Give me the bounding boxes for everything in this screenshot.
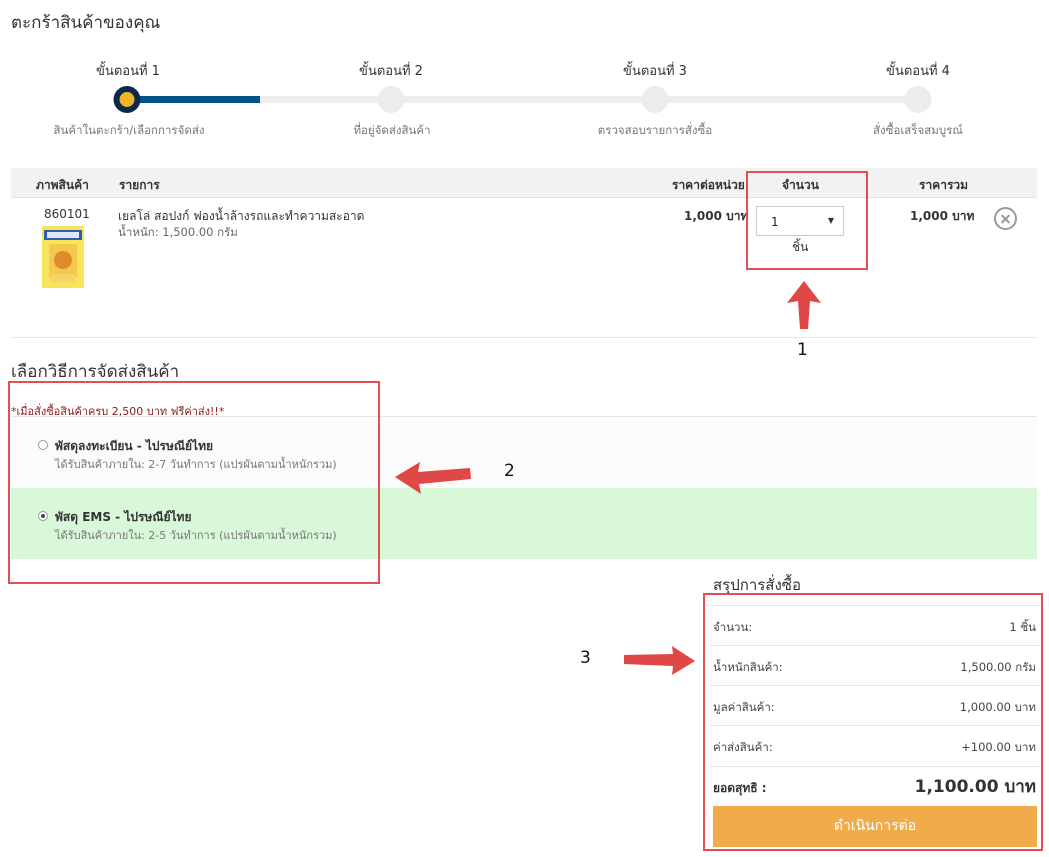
header-unit-price: ราคาต่อหน่วย [672, 178, 745, 192]
highlight-box-shipping [8, 381, 380, 584]
step-2-sub: ที่อยู่จัดส่งสินค้า [353, 123, 431, 137]
highlight-box-quantity [746, 171, 868, 270]
step-4-sub: สั่งซื้อเสร็จสมบูรณ์ [873, 123, 963, 137]
product-weight: น้ำหนัก: 1,500.00 กรัม [118, 225, 238, 239]
unit-price: 1,000 บาท [684, 209, 749, 223]
line-total: 1,000 บาท [910, 209, 975, 223]
annotation-number-1: 1 [797, 340, 808, 360]
step-1-dot [113, 86, 141, 113]
header-total: ราคารวม [919, 178, 969, 192]
step-4-label: ขั้นตอนที่ 4 [886, 64, 950, 79]
cart-table-header: ภาพสินค้า รายการ ราคาต่อหน่วย จำนวน ราคา… [11, 168, 1037, 198]
step-2-label: ขั้นตอนที่ 2 [359, 64, 423, 79]
step-3-label: ขั้นตอนที่ 3 [623, 64, 687, 79]
header-image: ภาพสินค้า [36, 178, 89, 192]
highlight-box-summary [703, 593, 1043, 851]
step-3-sub: ตรวจสอบรายการสั่งซื้อ [597, 123, 713, 137]
annotation-number-2: 2 [504, 461, 515, 481]
step-1-label: ขั้นตอนที่ 1 [96, 64, 160, 79]
progress-fill [127, 96, 260, 103]
step-1-sub: สินค้าในตะกร้า/เลือกการจัดส่ง [53, 123, 205, 137]
row-divider [11, 337, 1037, 338]
step-4-dot [904, 86, 932, 113]
checkout-steps: ขั้นตอนที่ 1 ขั้นตอนที่ 2 ขั้นตอนที่ 3 ข… [0, 58, 1049, 148]
annotation-number-3: 3 [580, 648, 591, 668]
page-title: ตะกร้าสินค้าของคุณ [11, 13, 161, 33]
arrow-right-icon [624, 646, 695, 675]
remove-item-icon[interactable] [994, 207, 1017, 230]
step-3-dot [641, 86, 669, 113]
step-2-dot [377, 86, 405, 113]
arrow-up-icon [787, 281, 821, 329]
header-item: รายการ [119, 178, 160, 192]
product-image[interactable] [41, 226, 85, 288]
product-code: 860101 [44, 207, 90, 221]
